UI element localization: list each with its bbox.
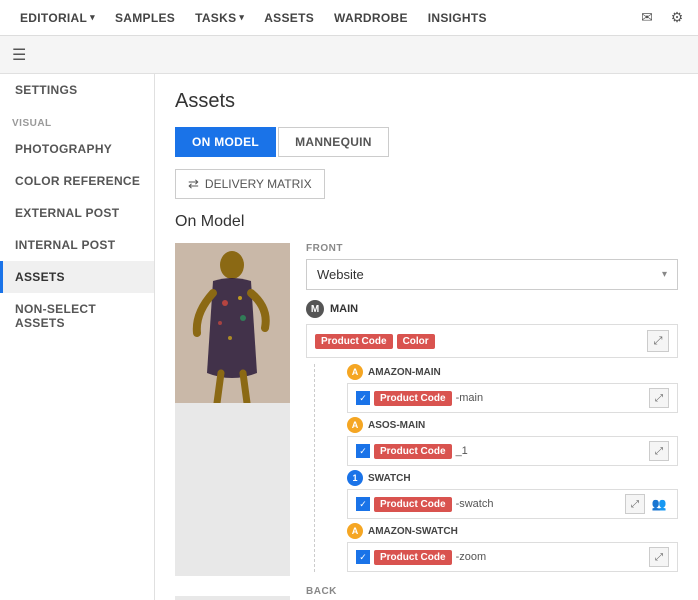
chevron-down-icon: ▾ <box>239 12 244 23</box>
asos-main-header: A ASOS-MAIN <box>347 417 678 433</box>
asos-main-checkbox[interactable]: ✓ <box>356 444 370 458</box>
amazon-main-header: A AMAZON-MAIN <box>347 364 678 380</box>
amazon-swatch-header: A AMAZON-SWATCH <box>347 523 678 539</box>
nav-tasks[interactable]: TASKS ▾ <box>185 0 254 35</box>
right-panel: FRONT Website ▾ M MAIN Product Code Colo… <box>306 243 678 576</box>
sub-item-asos-main: A ASOS-MAIN ✓ Product Code _1 ⤢ <box>347 417 678 466</box>
section-heading: On Model <box>175 213 678 231</box>
nav-tasks-label: TASKS <box>195 11 236 25</box>
hamburger-icon[interactable]: ☰ <box>12 45 26 65</box>
sub-item-amazon-main: A AMAZON-MAIN ✓ Product Code -main ⤢ <box>347 364 678 413</box>
chevron-down-icon: ▾ <box>90 12 95 23</box>
layout: SETTINGS VISUAL PHOTOGRAPHY COLOR REFERE… <box>0 74 698 600</box>
tag-product-code: Product Code <box>374 497 452 512</box>
amazon-swatch-badge: A <box>347 523 363 539</box>
model-photo <box>175 243 290 403</box>
amazon-swatch-tags-row: ✓ Product Code -zoom ⤢ <box>347 542 678 572</box>
amazon-main-checkbox[interactable]: ✓ <box>356 391 370 405</box>
main-content: Assets ON MODEL MANNEQUIN ⇄ DELIVERY MAT… <box>155 74 698 600</box>
front-select-value: Website <box>317 267 364 282</box>
tag-product-code: Product Code <box>374 550 452 565</box>
expand-icon[interactable]: ⤢ <box>647 330 669 352</box>
people-icon[interactable]: 👥 <box>649 494 669 514</box>
nav-samples[interactable]: SAMPLES <box>105 0 185 35</box>
amazon-swatch-checkbox[interactable]: ✓ <box>356 550 370 564</box>
main-tags-row: Product Code Color ⤢ <box>306 324 678 358</box>
sidebar-item-settings[interactable]: SETTINGS <box>0 74 154 106</box>
top-nav: EDITORIAL ▾ SAMPLES TASKS ▾ ASSETS WARDR… <box>0 0 698 36</box>
front-select[interactable]: Website ▾ <box>306 259 678 290</box>
main-badge: M <box>306 300 324 318</box>
tag-product-code: Product Code <box>374 444 452 459</box>
amazon-main-suffix: -main <box>456 392 484 404</box>
amazon-main-badge: A <box>347 364 363 380</box>
settings-icon[interactable]: ⚙ <box>666 7 688 29</box>
amazon-swatch-label: AMAZON-SWATCH <box>368 526 458 537</box>
chevron-down-icon: ▾ <box>662 269 667 280</box>
back-row: 🖼 BACK Website ▾ <box>175 586 678 600</box>
tab-on-model[interactable]: ON MODEL <box>175 127 276 157</box>
back-label: BACK <box>306 586 678 597</box>
nav-insights[interactable]: INSIGHTS <box>418 0 497 35</box>
asos-main-tags-row: ✓ Product Code _1 ⤢ <box>347 436 678 466</box>
nav-insights-label: INSIGHTS <box>428 11 487 25</box>
sidebar-item-external-post[interactable]: EXTERNAL POST <box>0 197 154 229</box>
asos-main-badge: A <box>347 417 363 433</box>
back-panel: BACK Website ▾ <box>306 586 678 600</box>
nav-wardrobe[interactable]: WARDROBE <box>324 0 418 35</box>
main-badge-row: M MAIN <box>306 300 678 318</box>
page-title: Assets <box>175 90 678 113</box>
sidebar-item-assets[interactable]: ASSETS <box>0 261 154 293</box>
tag-product-code: Product Code <box>374 391 452 406</box>
main-label: MAIN <box>330 303 358 315</box>
model-photo-area <box>175 243 290 576</box>
swatch-checkbox[interactable]: ✓ <box>356 497 370 511</box>
nav-assets[interactable]: ASSETS <box>254 0 324 35</box>
photo-panel-row: FRONT Website ▾ M MAIN Product Code Colo… <box>175 243 678 576</box>
sidebar-item-non-select-assets[interactable]: NON-SELECT ASSETS <box>0 293 154 339</box>
sidebar-item-photography[interactable]: PHOTOGRAPHY <box>0 133 154 165</box>
expand-icon[interactable]: ⤢ <box>625 494 645 514</box>
sub-item-swatch: 1 SWATCH ✓ Product Code -swatch ⤢ 👥 <box>347 470 678 519</box>
nav-editorial-label: EDITORIAL <box>20 11 87 25</box>
amazon-main-tags-row: ✓ Product Code -main ⤢ <box>347 383 678 413</box>
secondary-bar: ☰ <box>0 36 698 74</box>
tag-color: Color <box>397 334 435 349</box>
amazon-swatch-suffix: -zoom <box>456 551 487 563</box>
asos-main-suffix: _1 <box>456 445 468 457</box>
sub-item-amazon-swatch: A AMAZON-SWATCH ✓ Product Code -zoom ⤢ <box>347 523 678 572</box>
delivery-matrix-button[interactable]: ⇄ DELIVERY MATRIX <box>175 169 325 199</box>
tag-product-code: Product Code <box>315 334 393 349</box>
back-photo-area: 🖼 <box>175 596 290 600</box>
swatch-header: 1 SWATCH <box>347 470 678 486</box>
nav-samples-label: SAMPLES <box>115 11 175 25</box>
sub-items-tree: A AMAZON-MAIN ✓ Product Code -main ⤢ <box>314 364 678 572</box>
asos-main-label: ASOS-MAIN <box>368 420 425 431</box>
nav-wardrobe-label: WARDROBE <box>334 11 408 25</box>
delivery-matrix-label: DELIVERY MATRIX <box>205 177 312 191</box>
sidebar-visual-label: VISUAL <box>0 106 154 133</box>
mail-icon[interactable]: ✉ <box>636 7 658 29</box>
sidebar-item-internal-post[interactable]: INTERNAL POST <box>0 229 154 261</box>
expand-icon[interactable]: ⤢ <box>649 388 669 408</box>
swatch-label: SWATCH <box>368 473 411 484</box>
nav-editorial[interactable]: EDITORIAL ▾ <box>10 0 105 35</box>
swatch-badge: 1 <box>347 470 363 486</box>
tab-row: ON MODEL MANNEQUIN <box>175 127 678 157</box>
tab-mannequin[interactable]: MANNEQUIN <box>278 127 389 157</box>
expand-icon[interactable]: ⤢ <box>649 547 669 567</box>
front-label: FRONT <box>306 243 678 254</box>
sidebar: SETTINGS VISUAL PHOTOGRAPHY COLOR REFERE… <box>0 74 155 600</box>
amazon-main-label: AMAZON-MAIN <box>368 367 441 378</box>
sidebar-item-color-reference[interactable]: COLOR REFERENCE <box>0 165 154 197</box>
nav-assets-label: ASSETS <box>264 11 314 25</box>
swatch-suffix: -swatch <box>456 498 494 510</box>
delivery-matrix-icon: ⇄ <box>188 176 199 192</box>
expand-icon[interactable]: ⤢ <box>649 441 669 461</box>
swatch-tags-row: ✓ Product Code -swatch ⤢ 👥 <box>347 489 678 519</box>
